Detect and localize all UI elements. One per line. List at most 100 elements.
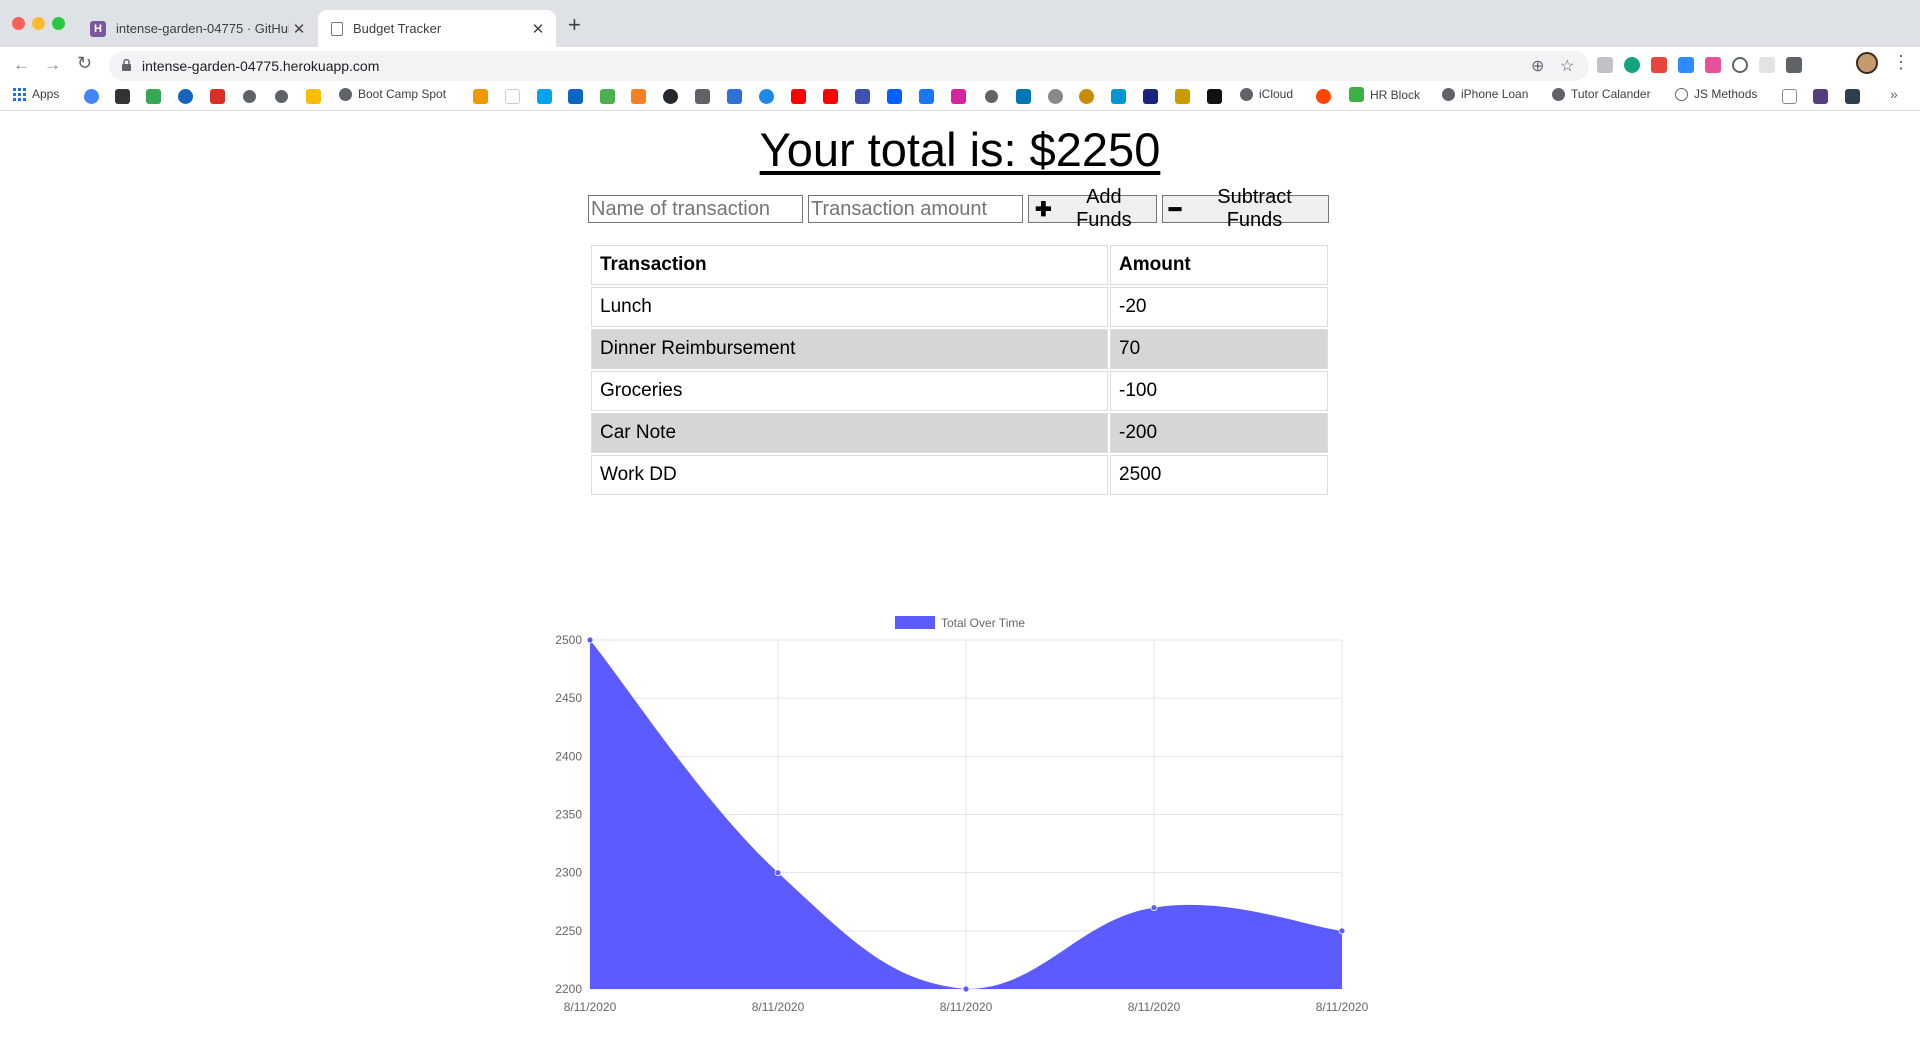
transaction-name-input[interactable]: [588, 195, 803, 223]
bookmark-icon[interactable]: [1845, 89, 1860, 104]
github-icon[interactable]: [663, 89, 678, 104]
chase-icon[interactable]: [178, 89, 193, 104]
globe-icon[interactable]: [985, 90, 998, 103]
bookmarks-bar: Apps Boot Camp Spot iCloud HR Block iPho…: [0, 82, 1920, 111]
bookmark-label: Boot Camp Spot: [358, 87, 447, 101]
bookmark-icon[interactable]: [473, 89, 488, 104]
bookmark-icon[interactable]: [1207, 89, 1222, 104]
new-tab-button[interactable]: +: [568, 12, 581, 38]
close-icon[interactable]: ✕: [289, 20, 309, 38]
globe-icon[interactable]: [275, 90, 288, 103]
chevron-double-right-icon[interactable]: »: [1890, 86, 1898, 102]
reddit-icon[interactable]: [1316, 89, 1331, 104]
url-text: intense-garden-04775.herokuapp.com: [142, 58, 380, 74]
cs-icon[interactable]: [505, 89, 520, 104]
transaction-form: ✚ Add Funds ━ Subtract Funds: [588, 186, 1329, 231]
x-tick-label: 8/11/2020: [752, 1000, 805, 1014]
bookmark-icon[interactable]: [115, 89, 130, 104]
y-tick-label: 2200: [555, 982, 582, 996]
youtube-icon[interactable]: [791, 89, 806, 104]
address-bar[interactable]: intense-garden-04775.herokuapp.com ⊕ ☆: [109, 51, 1589, 81]
add-funds-label: Add Funds: [1076, 186, 1132, 231]
apple-icon[interactable]: [1048, 89, 1063, 104]
transaction-name-cell: Dinner Reimbursement: [591, 329, 1108, 369]
bookmark-icon[interactable]: [695, 89, 710, 104]
bookmark-boot-camp-spot[interactable]: Boot Camp Spot: [339, 87, 446, 101]
table-header-row: Transaction Amount: [591, 245, 1328, 285]
avatar[interactable]: [1856, 52, 1878, 74]
instagram-icon[interactable]: [951, 89, 966, 104]
browser-titlebar: H intense-garden-04775 · GitHub ✕ Budget…: [0, 0, 1920, 47]
bookmark-star-icon[interactable]: ☆: [1560, 56, 1574, 76]
zoom-icon[interactable]: [1678, 57, 1694, 73]
close-window-button[interactable]: [12, 17, 25, 30]
install-icon[interactable]: ⊕: [1531, 56, 1544, 76]
reload-icon[interactable]: ↻: [77, 53, 92, 74]
bookmark-icon[interactable]: [1079, 89, 1094, 104]
td-icon[interactable]: [146, 89, 161, 104]
youtube-icon[interactable]: [823, 89, 838, 104]
bookmark-label: Apps: [32, 87, 60, 101]
microsoft-icon[interactable]: [537, 89, 552, 104]
stackoverflow-icon[interactable]: [631, 89, 646, 104]
gmail-icon[interactable]: [210, 89, 225, 104]
bookmark-hr-block[interactable]: HR Block: [1349, 87, 1420, 102]
bootstrap-icon[interactable]: [1813, 89, 1828, 104]
bookmark-iphone-loan[interactable]: iPhone Loan: [1442, 87, 1528, 101]
more-menu-icon[interactable]: ⋮: [1892, 52, 1910, 73]
bookmark-icon[interactable]: [1782, 89, 1797, 104]
total-over-time-chart: 2500 2450 2400 2350 2300 2250 2200 8/11/2020 8/1…: [555, 616, 1369, 1014]
page-icon: [331, 21, 343, 36]
bookmark-tutor-calander[interactable]: Tutor Calander: [1552, 87, 1651, 101]
subtract-funds-button[interactable]: ━ Subtract Funds: [1162, 186, 1329, 231]
extension-icon[interactable]: [1651, 57, 1667, 73]
w3-icon[interactable]: [600, 89, 615, 104]
bookmark-apps[interactable]: Apps: [13, 87, 59, 101]
globe-icon: [339, 87, 352, 101]
transaction-amount-input[interactable]: [808, 195, 1023, 223]
data-point: [1338, 927, 1346, 935]
bookmark-icon[interactable]: [727, 89, 742, 104]
tab-github[interactable]: H intense-garden-04775 · GitHub ✕: [80, 10, 317, 47]
plus-icon: ✚: [1035, 198, 1052, 221]
x-tick-label: 8/11/2020: [940, 1000, 993, 1014]
tab-budget-tracker[interactable]: Budget Tracker ✕: [318, 10, 556, 47]
drive-icon[interactable]: [306, 89, 321, 104]
dropbox-icon[interactable]: [887, 89, 902, 104]
maximize-window-button[interactable]: [52, 17, 65, 30]
close-icon[interactable]: ✕: [528, 20, 548, 38]
globe-icon: [1240, 87, 1253, 101]
data-point: [586, 636, 594, 644]
table-row: Work DD 2500: [591, 455, 1328, 495]
bookmark-icloud[interactable]: iCloud: [1240, 87, 1293, 101]
bookmark-icon[interactable]: [855, 89, 870, 104]
extension-icon[interactable]: [1759, 57, 1775, 73]
globe-icon: [1442, 87, 1455, 101]
data-point: [1150, 904, 1158, 911]
extension-icon[interactable]: [1732, 57, 1748, 73]
forward-arrow-icon[interactable]: →: [44, 55, 61, 75]
bookmark-js-methods[interactable]: JS Methods: [1675, 87, 1757, 101]
puzzle-icon[interactable]: [1786, 57, 1802, 73]
table-row: Groceries -100: [591, 371, 1328, 411]
extension-icon[interactable]: [1705, 57, 1721, 73]
bookmark-icon[interactable]: [1111, 89, 1126, 104]
globe-icon[interactable]: [243, 90, 256, 103]
google-icon[interactable]: [84, 89, 99, 104]
bookmark-icon[interactable]: [1143, 89, 1158, 104]
back-arrow-icon[interactable]: ←: [13, 55, 30, 75]
heroku-icon: H: [90, 20, 106, 37]
minimize-window-button[interactable]: [32, 17, 45, 30]
bookmark-icon[interactable]: [759, 89, 774, 104]
add-funds-button[interactable]: ✚ Add Funds: [1028, 186, 1157, 231]
y-tick-label: 2500: [555, 633, 582, 647]
extension-icon[interactable]: [1624, 57, 1640, 73]
facebook-icon[interactable]: [919, 89, 934, 104]
linkedin-icon[interactable]: [568, 89, 583, 104]
bookmark-icon[interactable]: [1175, 89, 1190, 104]
bookmark-icon[interactable]: [1016, 89, 1031, 104]
total-heading: Your total is: $2250: [759, 123, 1161, 176]
column-header: Transaction: [591, 245, 1108, 285]
browser-toolbar: ← → ↻ intense-garden-04775.herokuapp.com…: [0, 47, 1920, 85]
extension-icon[interactable]: [1597, 57, 1613, 73]
